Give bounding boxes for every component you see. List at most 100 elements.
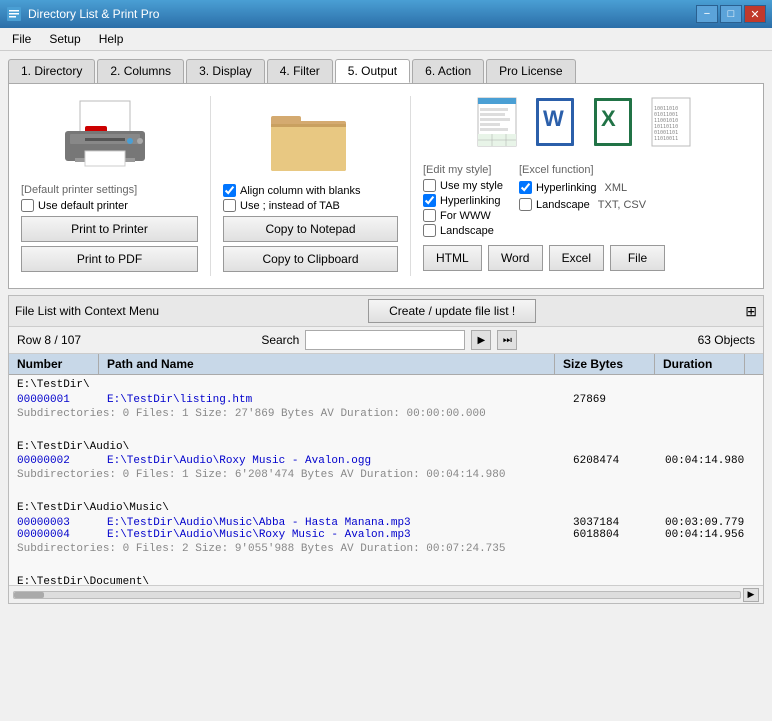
copy-clipboard-button[interactable]: Copy to Clipboard: [223, 246, 398, 272]
landscape-right-label: Landscape: [536, 199, 590, 211]
format-buttons-row: HTML Word Excel File: [423, 245, 751, 271]
use-semicolon-label: Use ; instead of TAB: [240, 200, 340, 212]
tab-directory[interactable]: 1. Directory: [8, 59, 95, 83]
col-number: Number: [9, 354, 99, 374]
folder-icon-area: [223, 96, 398, 176]
landscape-left-checkbox[interactable]: [423, 224, 436, 237]
scroll-header-spacer: [745, 354, 763, 374]
hyper-right-checkbox[interactable]: [519, 181, 532, 194]
tab-bar: 1. Directory 2. Columns 3. Display 4. Fi…: [8, 59, 764, 83]
tab-output[interactable]: 5. Output: [335, 59, 410, 83]
edit-style-label: [Edit my style]: [423, 164, 503, 176]
use-my-style-row: Use my style: [423, 179, 503, 192]
align-column-row: Align column with blanks: [223, 184, 398, 197]
format-right-options: [Excel function] Hyperlinking XML La: [519, 164, 646, 239]
search-input[interactable]: [305, 330, 465, 350]
search-forward-button[interactable]: ▶: [471, 330, 491, 350]
close-button[interactable]: ✕: [744, 5, 766, 23]
hyper-right-label: Hyperlinking: [536, 182, 597, 194]
list-item: 00000003 E:\TestDir\Audio\Music\Abba - H…: [9, 517, 763, 529]
landscape-left-label: Landscape: [440, 225, 494, 237]
list-item: Subdirectories: 0 Files: 2 Size: 9'055'9…: [9, 541, 763, 558]
xml-label: XML: [605, 182, 628, 194]
use-default-printer-row: Use default printer: [21, 199, 198, 212]
window-title: Directory List & Print Pro: [28, 7, 159, 21]
minimize-button[interactable]: −: [696, 5, 718, 23]
hyper-left-row: Hyperlinking: [423, 194, 503, 207]
list-item: E:\TestDir\Audio\Music\: [9, 500, 763, 517]
use-my-style-checkbox[interactable]: [423, 179, 436, 192]
tab-display[interactable]: 3. Display: [186, 59, 265, 83]
objects-count: 63 Objects: [698, 333, 755, 347]
excel-icon: X: [591, 96, 641, 156]
app-icon: [6, 6, 22, 22]
default-printer-label: [Default printer settings]: [21, 184, 198, 196]
scroll-track[interactable]: [13, 591, 741, 599]
list-separator: [9, 422, 763, 439]
window-controls: − □ ✕: [696, 5, 766, 23]
word-button[interactable]: Word: [488, 245, 543, 271]
excel-button[interactable]: Excel: [549, 245, 604, 271]
use-default-printer-label: Use default printer: [38, 200, 128, 212]
col-duration: Duration: [655, 354, 745, 374]
svg-text:W: W: [543, 106, 564, 131]
svg-text:11010011: 11010011: [654, 136, 678, 142]
hyper-left-checkbox[interactable]: [423, 194, 436, 207]
menu-file[interactable]: File: [4, 30, 39, 48]
file-button[interactable]: File: [610, 245, 665, 271]
printer-icon-area: PDF: [21, 96, 198, 176]
context-menu-label: File List with Context Menu: [15, 304, 159, 318]
use-semicolon-row: Use ; instead of TAB: [223, 199, 398, 212]
html-button[interactable]: HTML: [423, 245, 482, 271]
hyper-left-label: Hyperlinking: [440, 195, 501, 207]
tab-action[interactable]: 6. Action: [412, 59, 484, 83]
scroll-thumb[interactable]: [14, 592, 44, 598]
list-item: E:\TestDir\Document\: [9, 574, 763, 586]
menu-setup[interactable]: Setup: [41, 30, 88, 48]
tools-icon[interactable]: ⊞: [745, 303, 757, 320]
list-item: 00000002 E:\TestDir\Audio\Roxy Music - A…: [9, 455, 763, 467]
list-item: Subdirectories: 0 Files: 1 Size: 6'208'4…: [9, 467, 763, 484]
txtcsv-label: TXT, CSV: [598, 199, 646, 211]
print-to-pdf-button[interactable]: Print to PDF: [21, 246, 198, 272]
file-list-header: Number Path and Name Size Bytes Duration: [9, 354, 763, 375]
restore-button[interactable]: □: [720, 5, 742, 23]
col-path: Path and Name: [99, 354, 555, 374]
format-left-options: [Edit my style] Use my style Hyperlinkin…: [423, 164, 503, 239]
use-semicolon-checkbox[interactable]: [223, 199, 236, 212]
excel-func-label: [Excel function]: [519, 164, 646, 176]
forwww-row: For WWW: [423, 209, 503, 222]
word-icon: W: [533, 96, 583, 156]
file-list-body[interactable]: E:\TestDir\ 00000001 E:\TestDir\listing.…: [9, 375, 763, 585]
list-item: 00000004 E:\TestDir\Audio\Music\Roxy Mus…: [9, 529, 763, 541]
folder-icon: [266, 96, 356, 176]
print-to-printer-button[interactable]: Print to Printer: [21, 216, 198, 242]
html-icon: [475, 96, 525, 156]
tab-filter[interactable]: 4. Filter: [267, 59, 333, 83]
scroll-right-button[interactable]: ▶: [743, 588, 759, 602]
list-item: E:\TestDir\: [9, 377, 763, 394]
list-item: E:\TestDir\Audio\: [9, 439, 763, 456]
menu-help[interactable]: Help: [91, 30, 132, 48]
title-bar: Directory List & Print Pro − □ ✕: [0, 0, 772, 28]
align-column-checkbox[interactable]: [223, 184, 236, 197]
list-separator: [9, 484, 763, 501]
col-size: Size Bytes: [555, 354, 655, 374]
tab-pro[interactable]: Pro License: [486, 59, 575, 83]
list-item: 00000001 E:\TestDir\listing.htm 27869: [9, 394, 763, 406]
landscape-left-row: Landscape: [423, 224, 503, 237]
forwww-checkbox[interactable]: [423, 209, 436, 222]
tab-columns[interactable]: 2. Columns: [97, 59, 184, 83]
landscape-right-row: Landscape TXT, CSV: [519, 196, 646, 213]
output-columns: PDF [De: [21, 96, 751, 276]
create-update-button[interactable]: Create / update file list !: [368, 299, 536, 323]
horizontal-scrollbar[interactable]: ▶: [9, 585, 763, 603]
printer-section: PDF [De: [21, 96, 211, 276]
search-label: Search: [261, 333, 299, 347]
clipboard-section: Align column with blanks Use ; instead o…: [211, 96, 411, 276]
use-default-printer-checkbox[interactable]: [21, 199, 34, 212]
copy-notepad-button[interactable]: Copy to Notepad: [223, 216, 398, 242]
format-options: [Edit my style] Use my style Hyperlinkin…: [423, 164, 751, 239]
landscape-right-checkbox[interactable]: [519, 198, 532, 211]
search-skip-button[interactable]: ⏭: [497, 330, 517, 350]
